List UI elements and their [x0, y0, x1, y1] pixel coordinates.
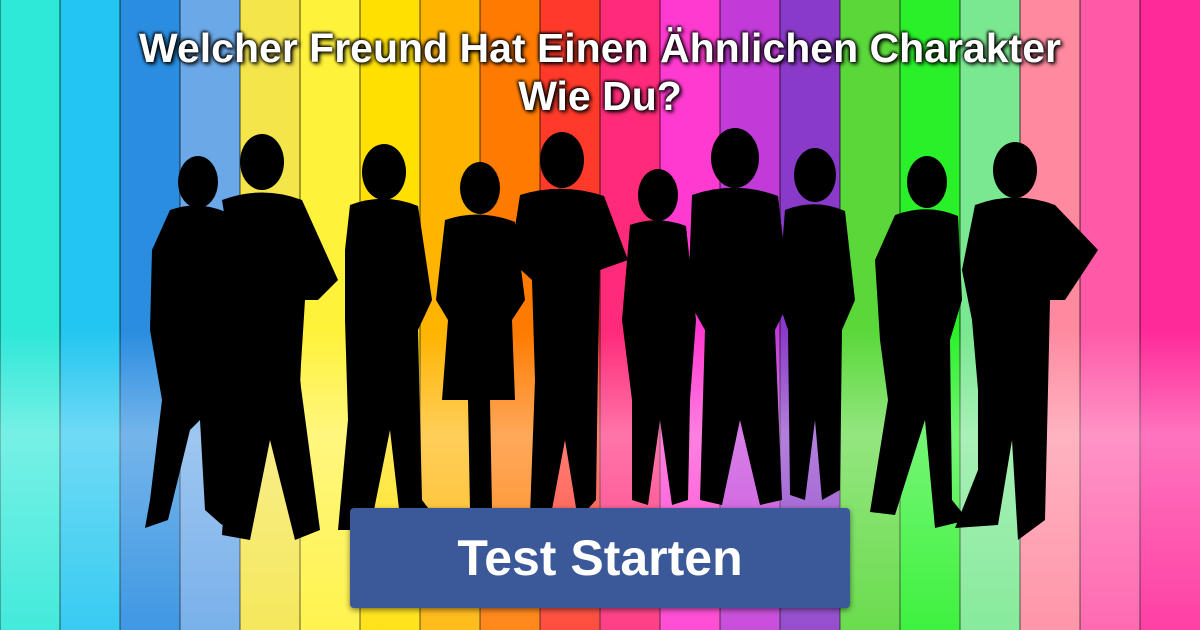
page-title: Welcher Freund Hat Einen Ähnlichen Chara… [0, 24, 1200, 120]
title-line-1: Welcher Freund Hat Einen Ähnlichen Chara… [139, 25, 1061, 71]
title-line-2: Wie Du? [518, 73, 682, 119]
start-test-button[interactable]: Test Starten [350, 508, 850, 608]
